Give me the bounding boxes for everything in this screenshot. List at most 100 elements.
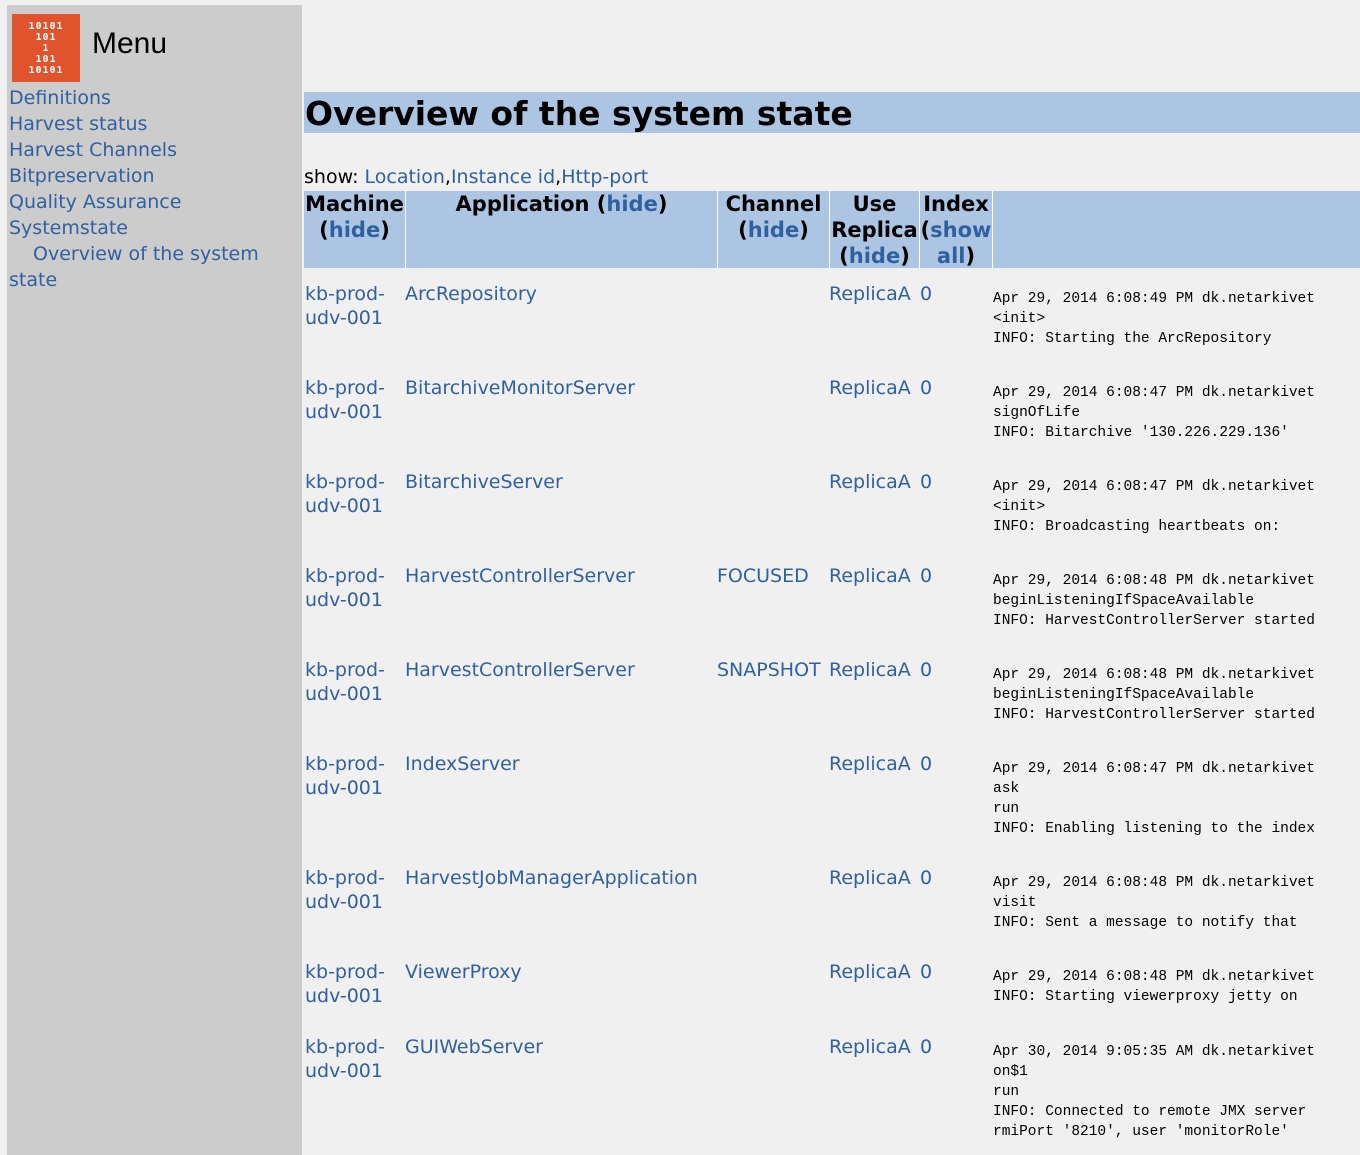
application-link[interactable]: GUIWebServer [405,1035,543,1059]
index-link[interactable]: 0 [920,752,932,776]
show-location-link[interactable]: Location [365,166,445,188]
index-link[interactable]: 0 [920,470,932,494]
machine-label: kb-prod- [305,753,385,775]
column-header-label: Use [852,192,897,216]
status-message: Apr 29, 2014 6:08:48 PM dk.netarkivet be… [993,667,1315,723]
machine-label: kb-prod- [305,961,385,983]
replica-link[interactable]: ReplicaA [829,282,911,306]
index-link[interactable]: 0 [920,658,932,682]
show-all-label: all [936,244,966,268]
machine-label: udv-001 [305,777,383,799]
column-header-application: Application (hide) [455,192,668,216]
hide-application-link[interactable]: hide [606,192,657,216]
machine-label: udv-001 [305,589,383,611]
channel-link[interactable]: FOCUSED [717,564,809,588]
logo-line: 10101 [28,20,64,32]
replica-link[interactable]: ReplicaA [829,658,911,682]
show-all-label: show [930,218,992,242]
machine-label: kb-prod- [305,565,385,587]
menu-item-bitpreservation[interactable]: Bitpreservation [9,163,299,189]
replica-link[interactable]: ReplicaA [829,564,911,588]
application-link[interactable]: ArcRepository [405,282,537,306]
menu-subitem-label: Overview of the system [33,243,259,265]
replica-link[interactable]: ReplicaA [829,960,911,984]
machine-link[interactable]: kb-prod-udv-001 [305,658,385,706]
menu-subitem-overview[interactable]: Overview of the system state [9,241,299,293]
machine-link[interactable]: kb-prod-udv-001 [305,470,385,518]
logo-line: 101 [35,53,57,65]
menu-item-systemstate[interactable]: Systemstate [9,215,299,241]
replica-link[interactable]: ReplicaA [829,752,911,776]
application-link[interactable]: HarvestControllerServer [405,658,635,682]
machine-label: udv-001 [305,891,383,913]
machine-label: udv-001 [305,985,383,1007]
status-message: Apr 29, 2014 6:08:48 PM dk.netarkivet IN… [993,969,1315,1005]
show-columns-line: show: Location,Instance id,Http-port [304,166,649,188]
logo-line: 10101 [28,64,64,76]
machine-label: kb-prod- [305,283,385,305]
application-link[interactable]: BitarchiveServer [405,470,563,494]
machine-link[interactable]: kb-prod-udv-001 [305,752,385,800]
column-header-label: Application [455,192,590,216]
column-header-index: Index (show all) [920,192,992,268]
status-message: Apr 29, 2014 6:08:47 PM dk.netarkivet as… [993,761,1315,837]
machine-link[interactable]: kb-prod-udv-001 [305,866,385,914]
column-divider [992,191,993,268]
machine-label: udv-001 [305,401,383,423]
show-all-index-link[interactable]: show all [930,218,991,268]
table-header: Machine (hide) Application (hide) Channe… [304,191,1360,268]
machine-label: kb-prod- [305,471,385,493]
machine-link[interactable]: kb-prod-udv-001 [305,1035,385,1083]
machine-link[interactable]: kb-prod-udv-001 [305,960,385,1008]
logo-line: 101 [35,31,57,43]
column-header-use-replica: Use Replica (hide) [831,192,918,268]
machine-label: kb-prod- [305,659,385,681]
column-header-label: Machine [305,192,404,216]
index-link[interactable]: 0 [920,1035,932,1059]
replica-link[interactable]: ReplicaA [829,376,911,400]
application-link[interactable]: HarvestControllerServer [405,564,635,588]
hide-replica-link[interactable]: hide [849,244,900,268]
application-link[interactable]: BitarchiveMonitorServer [405,376,635,400]
application-link[interactable]: ViewerProxy [405,960,522,984]
status-message: Apr 30, 2014 9:05:35 AM dk.netarkivet on… [993,1044,1315,1140]
index-link[interactable]: 0 [920,376,932,400]
replica-link[interactable]: ReplicaA [829,470,911,494]
menu-item-definitions[interactable]: Definitions [9,85,299,111]
index-link[interactable]: 0 [920,866,932,890]
column-header-label: Channel [725,192,822,216]
column-header-machine: Machine (hide) [305,192,404,242]
machine-link[interactable]: kb-prod-udv-001 [305,376,385,424]
index-link[interactable]: 0 [920,564,932,588]
hide-channel-link[interactable]: hide [748,218,799,242]
machine-link[interactable]: kb-prod-udv-001 [305,282,385,330]
hide-machine-link[interactable]: hide [329,218,380,242]
netarchive-logo: 10101 101 1 101 10101 [12,14,80,82]
index-link[interactable]: 0 [920,960,932,984]
application-link[interactable]: IndexServer [405,752,520,776]
status-message: Apr 29, 2014 6:08:48 PM dk.netarkivet be… [993,573,1315,629]
machine-link[interactable]: kb-prod-udv-001 [305,564,385,612]
replica-link[interactable]: ReplicaA [829,866,911,890]
menu-subitem-label: state [9,269,58,291]
status-message: Apr 29, 2014 6:08:47 PM dk.netarkivet <i… [993,479,1315,535]
show-prefix: show: [304,166,365,188]
machine-label: udv-001 [305,1060,383,1082]
show-instance-id-link[interactable]: Instance id [451,166,555,188]
column-header-channel: Channel (hide) [725,192,822,242]
menu-item-harvest-channels[interactable]: Harvest Channels [9,137,299,163]
menu-item-quality-assurance[interactable]: Quality Assurance [9,189,299,215]
show-http-port-link[interactable]: Http-port [561,166,648,188]
index-link[interactable]: 0 [920,282,932,306]
status-message: Apr 29, 2014 6:08:49 PM dk.netarkivet <i… [993,291,1315,347]
page-title: Overview of the system state [304,92,1360,133]
replica-link[interactable]: ReplicaA [829,1035,911,1059]
menu-list: Definitions Harvest status Harvest Chann… [9,85,299,293]
application-link[interactable]: HarvestJobManagerApplication [405,866,698,890]
menu-item-harvest-status[interactable]: Harvest status [9,111,299,137]
machine-label: kb-prod- [305,377,385,399]
machine-label: kb-prod- [305,867,385,889]
column-header-label: Index [923,192,989,216]
channel-link[interactable]: SNAPSHOT [717,658,821,682]
column-header-label: Replica [831,218,918,242]
